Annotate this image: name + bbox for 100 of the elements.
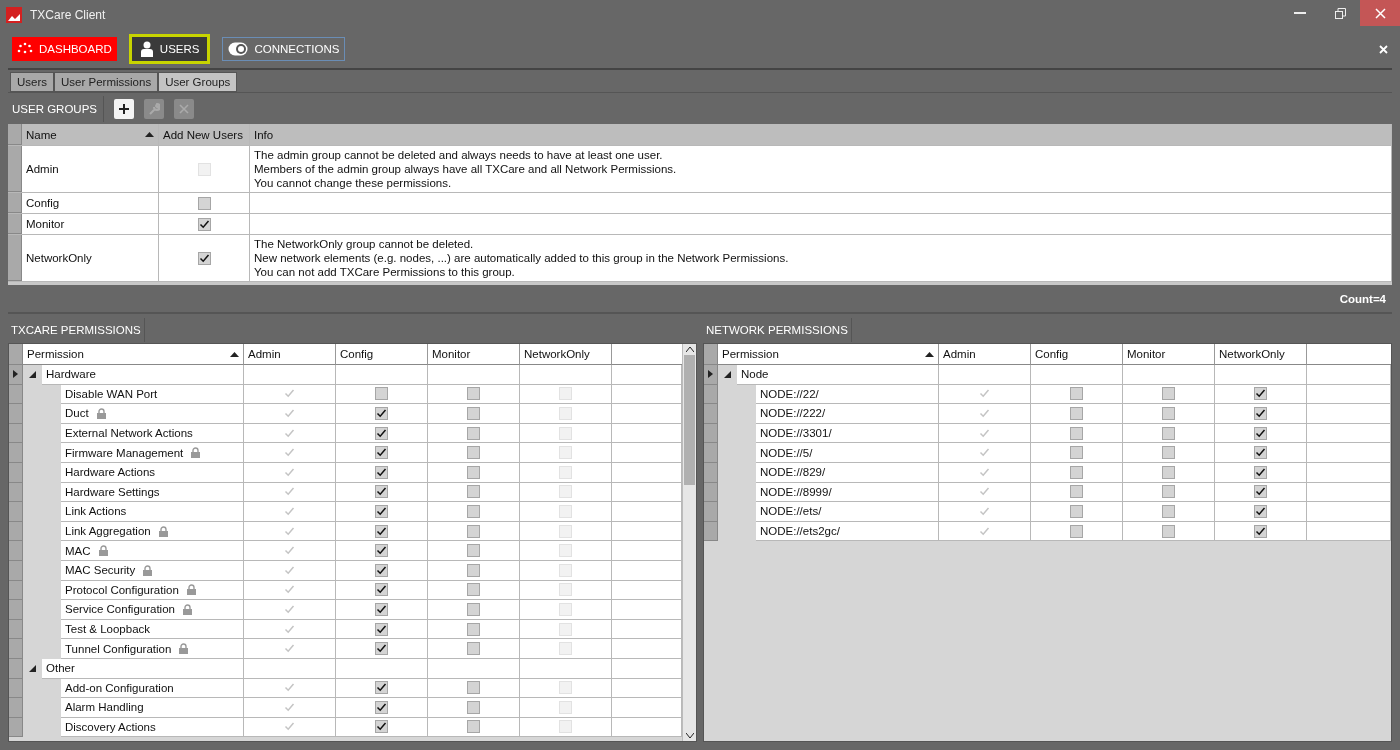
column-header[interactable]: Add New Users: [159, 124, 250, 145]
checkbox[interactable]: [467, 700, 480, 714]
scroll-up-icon[interactable]: [685, 347, 694, 352]
checkbox[interactable]: [467, 485, 480, 499]
checkbox[interactable]: [1254, 426, 1267, 440]
checkbox[interactable]: [197, 251, 211, 265]
checkbox[interactable]: [467, 602, 480, 616]
checkbox[interactable]: [375, 446, 388, 460]
sort-ascending-icon: [145, 132, 154, 137]
tab[interactable]: User Groups: [158, 72, 238, 92]
scrollbar-thumb[interactable]: [684, 355, 695, 485]
checkbox[interactable]: [1162, 407, 1175, 420]
column-header: [612, 344, 682, 365]
checkbox[interactable]: [197, 196, 211, 210]
nav-button[interactable]: DASHBOARD: [12, 37, 117, 61]
checkbox[interactable]: [467, 426, 480, 440]
checkbox[interactable]: [375, 642, 388, 656]
checkbox[interactable]: [1254, 485, 1267, 499]
column-header[interactable]: Admin: [939, 344, 1031, 365]
checkbox[interactable]: [375, 504, 388, 518]
checkbox[interactable]: [375, 544, 388, 558]
current-row-icon: [708, 370, 713, 379]
checkbox[interactable]: [197, 217, 211, 231]
checkbox[interactable]: [375, 426, 388, 440]
checkbox[interactable]: [375, 407, 388, 420]
checkbox[interactable]: [467, 681, 480, 695]
checkbox[interactable]: [375, 602, 388, 616]
checkbox[interactable]: [1254, 504, 1267, 518]
close-icon[interactable]: [1379, 44, 1388, 54]
checkbox[interactable]: [1070, 407, 1083, 420]
checkbox[interactable]: [1254, 407, 1267, 420]
checkbox[interactable]: [467, 504, 480, 518]
restore-icon[interactable]: [1334, 7, 1346, 19]
checkbox[interactable]: [467, 544, 480, 558]
column-header[interactable]: NetworkOnly: [1215, 344, 1307, 365]
permission-name: Duct: [65, 406, 89, 421]
checkbox[interactable]: [375, 485, 388, 499]
checkbox[interactable]: [467, 642, 480, 656]
column-header[interactable]: Permission: [23, 344, 244, 365]
checkbox[interactable]: [1070, 524, 1083, 538]
checkbox[interactable]: [467, 583, 480, 597]
checkbox[interactable]: [375, 387, 388, 401]
checkbox[interactable]: [1162, 465, 1175, 479]
checkbox[interactable]: [1162, 485, 1175, 499]
checkbox[interactable]: [375, 465, 388, 479]
nav-button[interactable]: CONNECTIONS: [222, 37, 346, 61]
checkbox[interactable]: [1070, 485, 1083, 499]
scrollbar[interactable]: [682, 344, 696, 741]
checkbox[interactable]: [1162, 426, 1175, 440]
tab[interactable]: User Permissions: [54, 72, 159, 92]
checkbox[interactable]: [467, 622, 480, 636]
minimize-icon[interactable]: [1294, 12, 1306, 14]
checkbox[interactable]: [467, 387, 480, 401]
checkbox[interactable]: [375, 622, 388, 636]
checkbox[interactable]: [1254, 387, 1267, 401]
row-header[interactable]: [9, 365, 23, 385]
checkbox[interactable]: [375, 720, 388, 734]
checkbox[interactable]: [375, 583, 388, 597]
checkbox[interactable]: [1070, 465, 1083, 479]
checkbox[interactable]: [467, 524, 480, 538]
column-header[interactable]: NetworkOnly: [520, 344, 612, 365]
permission-name: NODE://ets/: [760, 504, 822, 519]
column-header[interactable]: Monitor: [1123, 344, 1215, 365]
checkbox[interactable]: [1254, 524, 1267, 538]
expanded-icon[interactable]: [29, 371, 36, 379]
column-header[interactable]: Monitor: [428, 344, 520, 365]
checkbox[interactable]: [1070, 446, 1083, 460]
column-header[interactable]: Name: [22, 124, 159, 145]
checkbox[interactable]: [1254, 465, 1267, 479]
checkbox[interactable]: [1162, 446, 1175, 460]
info-text: The admin group cannot be deleted and always needs to have at least one user.: [254, 148, 663, 162]
column-header[interactable]: Admin: [244, 344, 336, 365]
checkbox[interactable]: [375, 681, 388, 695]
column-header[interactable]: Permission: [718, 344, 939, 365]
checkbox[interactable]: [1070, 387, 1083, 401]
row-header[interactable]: [704, 365, 718, 385]
nav-button[interactable]: USERS: [128, 34, 211, 64]
checkbox[interactable]: [467, 720, 480, 734]
checkbox[interactable]: [1162, 524, 1175, 538]
close-button[interactable]: [1360, 0, 1400, 26]
checkbox[interactable]: [1162, 504, 1175, 518]
checkbox[interactable]: [375, 563, 388, 577]
expanded-icon[interactable]: [29, 665, 36, 673]
checkbox[interactable]: [1070, 426, 1083, 440]
checkbox[interactable]: [467, 563, 480, 577]
expanded-icon[interactable]: [724, 371, 731, 379]
tab[interactable]: Users: [10, 72, 55, 92]
checkbox[interactable]: [1162, 387, 1175, 401]
scroll-down-icon[interactable]: [685, 733, 694, 738]
checkbox[interactable]: [375, 700, 388, 714]
checkbox[interactable]: [1254, 446, 1267, 460]
column-header[interactable]: Config: [336, 344, 428, 365]
checkbox[interactable]: [1070, 504, 1083, 518]
checkbox[interactable]: [467, 446, 480, 460]
column-header[interactable]: Config: [1031, 344, 1123, 365]
toolbar-button[interactable]: [114, 98, 134, 119]
checkbox[interactable]: [375, 524, 388, 538]
checkbox[interactable]: [467, 465, 480, 479]
column-header[interactable]: Info: [250, 124, 1392, 145]
checkbox[interactable]: [467, 407, 480, 420]
